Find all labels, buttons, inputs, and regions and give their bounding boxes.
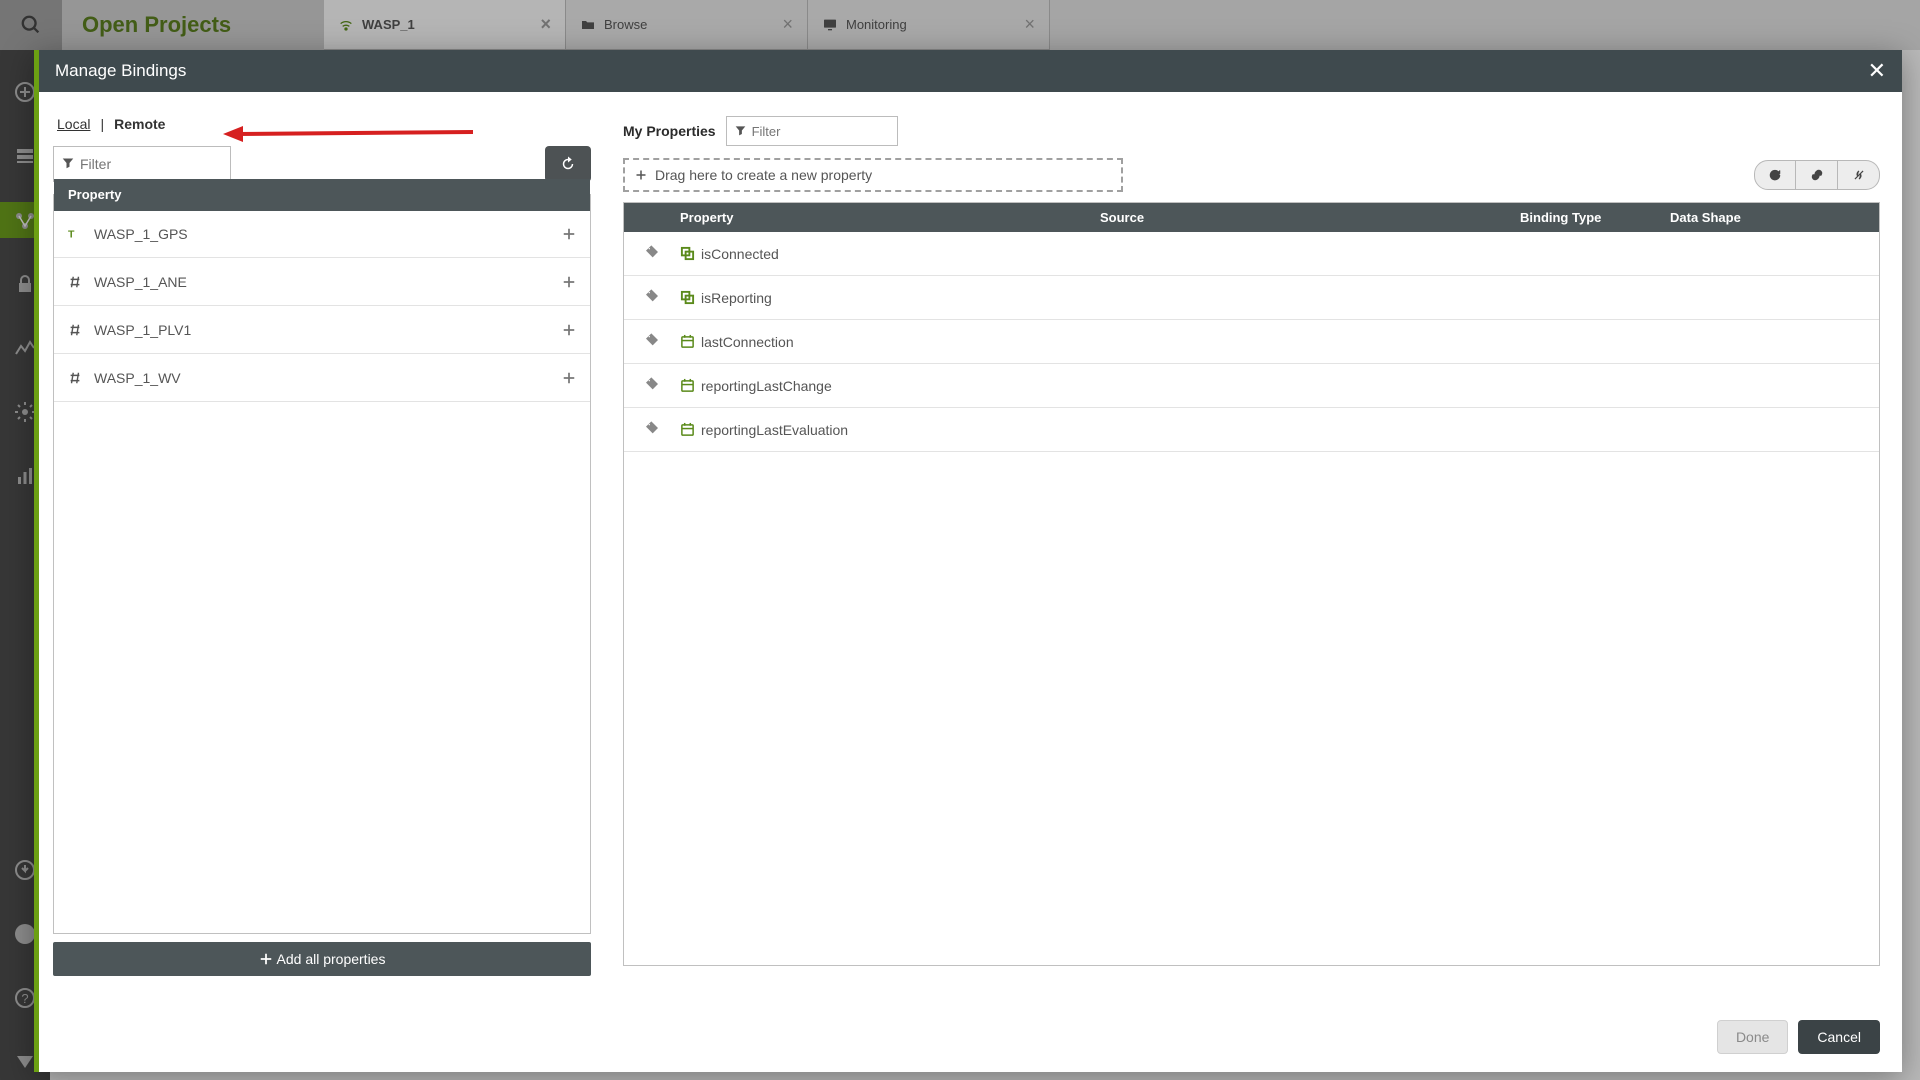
remote-property-row[interactable]: T WASP_1_GPS <box>54 210 590 258</box>
datetime-type-icon <box>680 334 695 349</box>
datetime-type-icon <box>680 422 695 437</box>
cancel-button[interactable]: Cancel <box>1798 1020 1880 1054</box>
right-filter-input-wrap[interactable] <box>726 116 898 146</box>
binding-tag-icon <box>644 332 660 351</box>
my-property-row[interactable]: isConnected <box>624 232 1879 276</box>
property-name: reportingLastEvaluation <box>701 422 848 438</box>
my-property-row[interactable]: reportingLastChange <box>624 364 1879 408</box>
add-property-icon[interactable] <box>562 227 576 241</box>
manage-bindings-dialog: Manage Bindings ✕ Local | Remote <box>34 50 1902 1072</box>
datetime-type-icon <box>680 378 695 393</box>
remote-property-row[interactable]: WASP_1_ANE <box>54 258 590 306</box>
remote-properties-table: Property T WASP_1_GPS WASP_1_ANE WASP_1_… <box>53 194 591 934</box>
left-filter-input[interactable] <box>80 156 222 172</box>
refresh-bindings-button[interactable] <box>1754 160 1796 190</box>
add-all-label: Add all properties <box>277 951 386 967</box>
col-header-data-shape: Data Shape <box>1670 210 1879 225</box>
property-name: lastConnection <box>701 334 794 350</box>
refresh-button[interactable] <box>545 146 591 182</box>
property-name: isReporting <box>701 290 772 306</box>
my-properties-label: My Properties <box>623 123 716 139</box>
dialog-header: Manage Bindings ✕ <box>39 50 1902 92</box>
my-property-row[interactable]: lastConnection <box>624 320 1879 364</box>
col-header-property: Property <box>54 179 590 210</box>
link-button[interactable] <box>1796 160 1838 190</box>
binding-tag-icon <box>644 376 660 395</box>
boolean-type-icon <box>680 290 695 305</box>
property-name: reportingLastChange <box>701 378 832 394</box>
add-property-icon[interactable] <box>562 323 576 337</box>
col-header-property: Property <box>680 210 1100 225</box>
filter-icon <box>735 124 746 139</box>
add-property-icon[interactable] <box>562 371 576 385</box>
number-type-icon <box>68 371 84 385</box>
remote-property-row[interactable]: WASP_1_PLV1 <box>54 306 590 354</box>
dialog-title: Manage Bindings <box>55 61 186 81</box>
my-properties-table: Property Source Binding Type Data Shape … <box>623 202 1880 966</box>
property-name: isConnected <box>701 246 779 262</box>
right-filter-input[interactable] <box>752 124 889 139</box>
binding-tag-icon <box>644 244 660 263</box>
property-name: WASP_1_ANE <box>94 274 187 290</box>
add-property-icon[interactable] <box>562 275 576 289</box>
number-type-icon <box>68 275 84 289</box>
unlink-button[interactable] <box>1838 160 1880 190</box>
done-button[interactable]: Done <box>1717 1020 1788 1054</box>
dropzone-label: Drag here to create a new property <box>655 167 872 183</box>
close-icon[interactable]: ✕ <box>1868 58 1886 84</box>
boolean-type-icon <box>680 246 695 261</box>
text-type-icon: T <box>68 227 84 241</box>
my-property-row[interactable]: reportingLastEvaluation <box>624 408 1879 452</box>
tab-local[interactable]: Local <box>57 116 90 132</box>
add-all-properties-button[interactable]: Add all properties <box>53 942 591 976</box>
my-property-row[interactable]: isReporting <box>624 276 1879 320</box>
col-header-source: Source <box>1100 210 1520 225</box>
binding-tag-icon <box>644 420 660 439</box>
property-name: WASP_1_WV <box>94 370 181 386</box>
create-property-dropzone[interactable]: Drag here to create a new property <box>623 158 1123 192</box>
remote-property-row[interactable]: WASP_1_WV <box>54 354 590 402</box>
tab-remote[interactable]: Remote <box>114 116 165 132</box>
property-name: WASP_1_GPS <box>94 226 188 242</box>
col-header-binding-type: Binding Type <box>1520 210 1670 225</box>
property-name: WASP_1_PLV1 <box>94 322 191 338</box>
filter-icon <box>62 157 74 172</box>
binding-tag-icon <box>644 288 660 307</box>
number-type-icon <box>68 323 84 337</box>
svg-text:T: T <box>68 228 75 240</box>
left-filter-input-wrap[interactable] <box>53 146 231 182</box>
